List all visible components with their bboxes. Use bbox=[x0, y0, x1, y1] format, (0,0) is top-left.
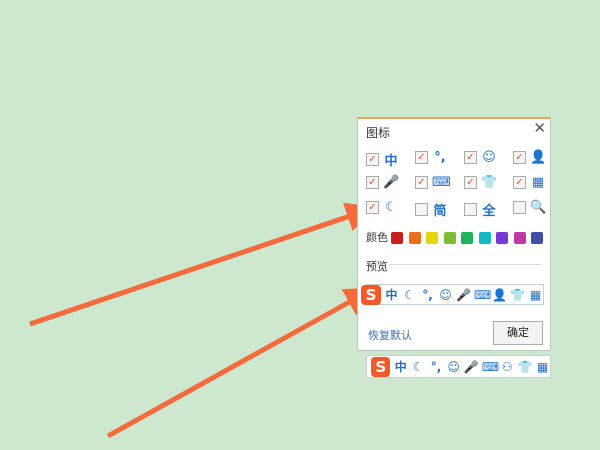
toolbar-icon[interactable]: ☺ bbox=[438, 288, 453, 302]
checkbox[interactable]: ✓ bbox=[415, 151, 428, 164]
microphone-icon: 🎤 bbox=[383, 175, 400, 190]
color-label: 颜色 bbox=[366, 231, 388, 244]
option-search[interactable]: 🔍 bbox=[513, 200, 546, 215]
checkbox[interactable]: ✓ bbox=[366, 153, 379, 166]
option-simplified[interactable]: 简 bbox=[415, 200, 448, 219]
divider bbox=[388, 264, 542, 265]
toolbar-icon[interactable]: 🎤 bbox=[464, 360, 479, 374]
toolbar-icon[interactable]: ▦ bbox=[528, 288, 543, 302]
sogou-logo-icon[interactable]: S bbox=[371, 356, 391, 377]
ok-button[interactable]: 确定 bbox=[493, 321, 543, 345]
toolbar-icon[interactable]: ⌨ bbox=[474, 288, 491, 302]
ime-toolbar: S 中 ☾ °, ☺ 🎤 ⌨ ⚇ 👕 ▦ bbox=[366, 355, 551, 378]
toolbar-icon[interactable]: 👕 bbox=[517, 360, 532, 374]
full-width-icon: 全 bbox=[482, 204, 496, 219]
toolbar-icon[interactable]: 👤 bbox=[492, 288, 507, 302]
option-microphone[interactable]: ✓ 🎤 bbox=[366, 175, 399, 190]
toolbar-icon[interactable]: 中 bbox=[384, 286, 399, 303]
checkbox[interactable] bbox=[513, 201, 526, 214]
checkbox[interactable] bbox=[464, 203, 477, 216]
icon-settings-dialog: 图标 ✕ ✓ 中 ✓ °, ✓ ☺ ✓ 👤 ✓ 🎤 ✓ ⌨ ✓ 👕 ✓ ▦ ✓ ☾ 简全 🔍 颜色 预览 S 中 ☾ °,… bbox=[357, 117, 551, 351]
emoji-icon: ☺ bbox=[482, 150, 496, 165]
color-swatch[interactable] bbox=[461, 232, 473, 244]
color-swatch[interactable] bbox=[531, 232, 543, 244]
checkbox[interactable]: ✓ bbox=[366, 201, 379, 214]
checkbox[interactable]: ✓ bbox=[513, 176, 526, 189]
option-full-width[interactable]: 全 bbox=[464, 200, 497, 219]
toolbar-icon[interactable]: 👕 bbox=[510, 288, 525, 302]
color-swatch[interactable] bbox=[513, 232, 526, 244]
checkbox[interactable] bbox=[415, 203, 428, 216]
option-chinese-mode[interactable]: ✓ 中 bbox=[366, 150, 399, 169]
color-swatch[interactable] bbox=[443, 232, 456, 244]
option-toolbox[interactable]: ✓ ▦ bbox=[513, 175, 546, 190]
chinese-mode-icon: 中 bbox=[384, 154, 398, 169]
moon-icon: ☾ bbox=[385, 200, 397, 215]
skin-icon: 👕 bbox=[481, 175, 498, 190]
color-swatch[interactable] bbox=[391, 232, 403, 244]
keyboard-icon: ⌨ bbox=[432, 175, 451, 190]
checkbox[interactable]: ✓ bbox=[513, 151, 526, 164]
toolbar-icon[interactable]: ⌨ bbox=[482, 360, 499, 374]
checkbox[interactable]: ✓ bbox=[415, 176, 428, 189]
checkbox[interactable]: ✓ bbox=[464, 151, 477, 164]
toolbar-icon[interactable]: °, bbox=[420, 288, 435, 302]
toolbar-icon[interactable]: °, bbox=[429, 360, 444, 374]
toolbar-icon[interactable]: ▦ bbox=[535, 360, 550, 374]
preview-bar: S 中 ☾ °, ☺ 🎤 ⌨ 👤 👕 ▦ bbox=[361, 284, 544, 305]
option-moon[interactable]: ✓ ☾ bbox=[366, 200, 399, 215]
color-swatch[interactable] bbox=[478, 232, 491, 244]
arrow-to-preview bbox=[106, 287, 376, 439]
dialog-title: 图标 bbox=[366, 126, 391, 140]
checkbox[interactable]: ✓ bbox=[366, 176, 379, 189]
preview-label: 预览 bbox=[366, 260, 388, 273]
option-keyboard[interactable]: ✓ ⌨ bbox=[415, 175, 451, 190]
option-user[interactable]: ✓ 👤 bbox=[513, 150, 546, 165]
user-icon: 👤 bbox=[530, 150, 547, 165]
checkbox[interactable]: ✓ bbox=[464, 176, 477, 189]
sogou-logo-icon: S bbox=[361, 284, 381, 305]
toolbox-icon: ▦ bbox=[531, 175, 545, 190]
toolbar-icon[interactable]: 🎤 bbox=[456, 288, 471, 302]
color-swatch[interactable] bbox=[426, 232, 438, 244]
toolbar-icon[interactable]: ⚇ bbox=[500, 360, 515, 374]
search-icon: 🔍 bbox=[530, 200, 547, 215]
toolbar-icon[interactable]: ☾ bbox=[402, 288, 417, 302]
color-swatch[interactable] bbox=[408, 232, 421, 244]
toolbar-icon[interactable]: ☾ bbox=[411, 360, 426, 374]
option-punctuation[interactable]: ✓ °, bbox=[415, 150, 448, 165]
option-emoji[interactable]: ✓ ☺ bbox=[464, 150, 497, 165]
restore-defaults-link[interactable]: 恢复默认 bbox=[368, 327, 412, 343]
toolbar-icon[interactable]: 中 bbox=[393, 358, 408, 375]
option-skin[interactable]: ✓ 👕 bbox=[464, 175, 497, 190]
close-icon[interactable]: ✕ bbox=[533, 119, 546, 137]
punctuation-icon: °, bbox=[434, 150, 446, 165]
simplified-icon: 简 bbox=[433, 204, 447, 219]
arrow-to-moon-option bbox=[29, 202, 377, 327]
color-swatch[interactable] bbox=[496, 232, 508, 244]
toolbar-icon[interactable]: ☺ bbox=[446, 360, 461, 374]
